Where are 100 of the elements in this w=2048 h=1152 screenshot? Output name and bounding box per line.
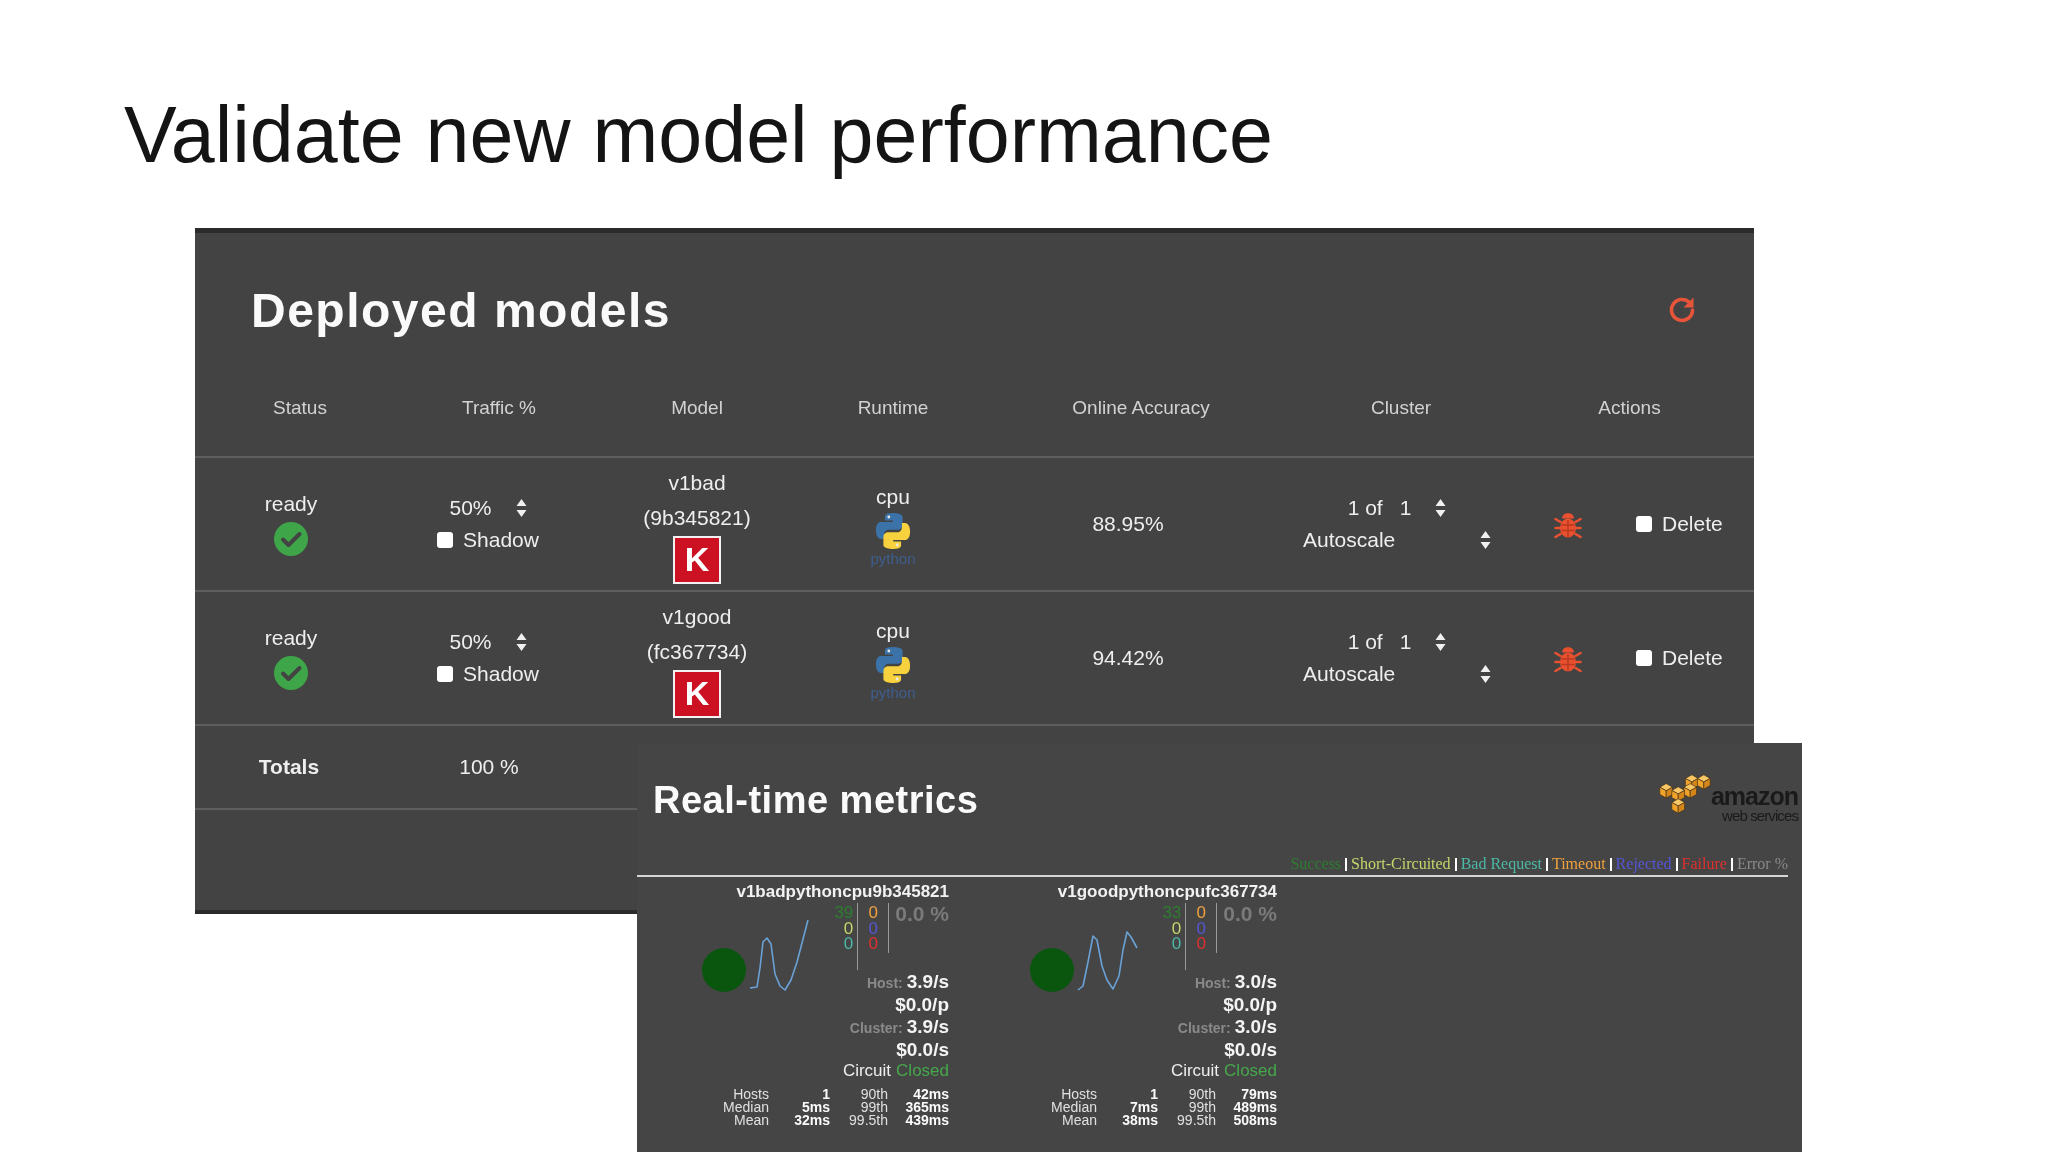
rate-value: 3.9/s bbox=[906, 1016, 949, 1038]
legend-label: Error % bbox=[1736, 855, 1788, 873]
stat-value: 7ms bbox=[1129, 1101, 1158, 1114]
circuit-status: Closed bbox=[896, 1061, 949, 1081]
select-arrows-icon[interactable] bbox=[1480, 530, 1491, 550]
percentile-label: 99th bbox=[1188, 1101, 1216, 1114]
rate-value: 3.9/s bbox=[906, 971, 949, 993]
stat-label: Median bbox=[1051, 1101, 1097, 1114]
rate-value: 3.0/s bbox=[1234, 1016, 1277, 1038]
card-title: v1badpythoncpu9b345821 bbox=[736, 882, 949, 902]
letter-logo: K bbox=[673, 669, 721, 718]
count-value: 0 bbox=[1196, 936, 1207, 952]
count-value: 0 bbox=[1171, 920, 1182, 936]
count-value: 0 bbox=[843, 920, 854, 936]
stat-label: Mean bbox=[733, 1114, 769, 1127]
autoscale-select[interactable]: Autoscale bbox=[1303, 662, 1491, 686]
count-value: 0 bbox=[868, 920, 879, 936]
checkbox[interactable] bbox=[437, 666, 454, 682]
circle-icon bbox=[1030, 948, 1074, 992]
legend-label: Failure bbox=[1681, 855, 1727, 873]
legend-label: Success bbox=[1290, 855, 1342, 873]
latency-value: 365ms bbox=[905, 1101, 949, 1114]
logo-wordmark: python bbox=[870, 683, 916, 701]
checkbox[interactable] bbox=[1636, 516, 1652, 532]
percentile-label: 99.5th bbox=[849, 1114, 888, 1127]
rate-label: Host: bbox=[1194, 975, 1231, 991]
circuit-label: Circuit bbox=[842, 1061, 892, 1081]
stat-value: 32ms bbox=[794, 1114, 830, 1127]
rate-label: Host: bbox=[866, 975, 903, 991]
model-name: v1bad bbox=[668, 469, 726, 496]
latency-value: 439ms bbox=[905, 1114, 949, 1127]
stat-value: 1 bbox=[822, 1088, 830, 1101]
count-value: 39 bbox=[834, 905, 854, 921]
stat-value: 5ms bbox=[801, 1101, 830, 1114]
legend-label: Timeout bbox=[1551, 855, 1606, 873]
percentile-label: 90th bbox=[1188, 1088, 1216, 1101]
autoscale-select[interactable]: Autoscale bbox=[1303, 528, 1491, 552]
column-header: Actions bbox=[1598, 397, 1661, 419]
checkbox-label: Delete bbox=[1662, 512, 1723, 536]
column-header: Online Accuracy bbox=[1072, 397, 1210, 419]
percentile-label: 99.5th bbox=[1177, 1114, 1216, 1127]
stepper-icon[interactable] bbox=[1435, 498, 1447, 518]
rate-value: 3.0/s bbox=[1234, 971, 1277, 993]
count-value: 0 bbox=[1196, 920, 1207, 936]
traffic-input[interactable]: 50% bbox=[449, 496, 527, 520]
count-value: 0 bbox=[868, 936, 879, 952]
column-header: Cluster bbox=[1370, 397, 1432, 419]
status-text: ready bbox=[264, 626, 318, 650]
stepper-icon[interactable] bbox=[515, 632, 527, 652]
replica-label: 1 of bbox=[1347, 630, 1383, 654]
python-logo-icon bbox=[874, 511, 912, 550]
stat-label: Hosts bbox=[733, 1088, 769, 1101]
slide-title: Validate new model performance bbox=[124, 89, 1274, 181]
rate-value: $0.0/p bbox=[1223, 993, 1277, 1016]
check-circle-icon bbox=[274, 656, 308, 690]
latency-value: 79ms bbox=[1241, 1088, 1277, 1101]
checkbox[interactable] bbox=[437, 532, 454, 548]
column-header: Model bbox=[671, 397, 723, 419]
latency-value: 42ms bbox=[913, 1088, 949, 1101]
replica-input[interactable]: 1 bbox=[1399, 630, 1447, 654]
rate-value: $0.0/s bbox=[1224, 1038, 1277, 1061]
traffic-input[interactable]: 50% bbox=[449, 630, 527, 654]
rate-label: Cluster: bbox=[849, 1020, 903, 1036]
check-circle-icon bbox=[274, 522, 308, 556]
percentile-label: 99th bbox=[860, 1101, 888, 1114]
refresh-icon[interactable] bbox=[1667, 295, 1697, 325]
select-arrows-icon[interactable] bbox=[1480, 664, 1491, 684]
replica-label: 1 of bbox=[1347, 496, 1383, 520]
column-header: Runtime bbox=[857, 397, 929, 419]
accuracy-value: 88.95% bbox=[1092, 512, 1164, 536]
stat-label: Mean bbox=[1061, 1114, 1097, 1127]
model-hash: (9b345821) bbox=[643, 504, 751, 531]
stat-value: 1 bbox=[1150, 1088, 1158, 1101]
model-hash: (fc367734) bbox=[646, 638, 748, 665]
circuit-label: Circuit bbox=[1170, 1061, 1220, 1081]
checkbox-label: Shadow bbox=[463, 528, 539, 552]
card-title: v1goodpythoncpufc367734 bbox=[1057, 882, 1277, 902]
count-value: 33 bbox=[1162, 905, 1182, 921]
stepper-icon[interactable] bbox=[515, 498, 527, 518]
checkbox[interactable] bbox=[1636, 650, 1652, 666]
runtime-name: cpu bbox=[876, 483, 910, 510]
replica-input[interactable]: 1 bbox=[1399, 496, 1447, 520]
rate-value: $0.0/p bbox=[895, 993, 949, 1016]
percentile-label: 90th bbox=[860, 1088, 888, 1101]
stat-label: Median bbox=[723, 1101, 769, 1114]
stat-value: 38ms bbox=[1122, 1114, 1158, 1127]
column-header: Traffic % bbox=[462, 397, 536, 419]
stepper-icon[interactable] bbox=[1435, 632, 1447, 652]
rate-value: $0.0/s bbox=[896, 1038, 949, 1061]
latency-value: 489ms bbox=[1233, 1101, 1277, 1114]
letter-logo: K bbox=[673, 535, 721, 584]
checkbox-label: Shadow bbox=[463, 662, 539, 686]
checkbox-label: Delete bbox=[1662, 646, 1723, 670]
model-name: v1good bbox=[662, 603, 732, 630]
latency-value: 508ms bbox=[1233, 1114, 1277, 1127]
logo-wordmark: python bbox=[870, 549, 916, 567]
count-value: 0 bbox=[1171, 936, 1182, 952]
legend-label: Rejected bbox=[1615, 855, 1672, 873]
count-value: 0 bbox=[868, 905, 879, 921]
count-value: 0 bbox=[1196, 905, 1207, 921]
